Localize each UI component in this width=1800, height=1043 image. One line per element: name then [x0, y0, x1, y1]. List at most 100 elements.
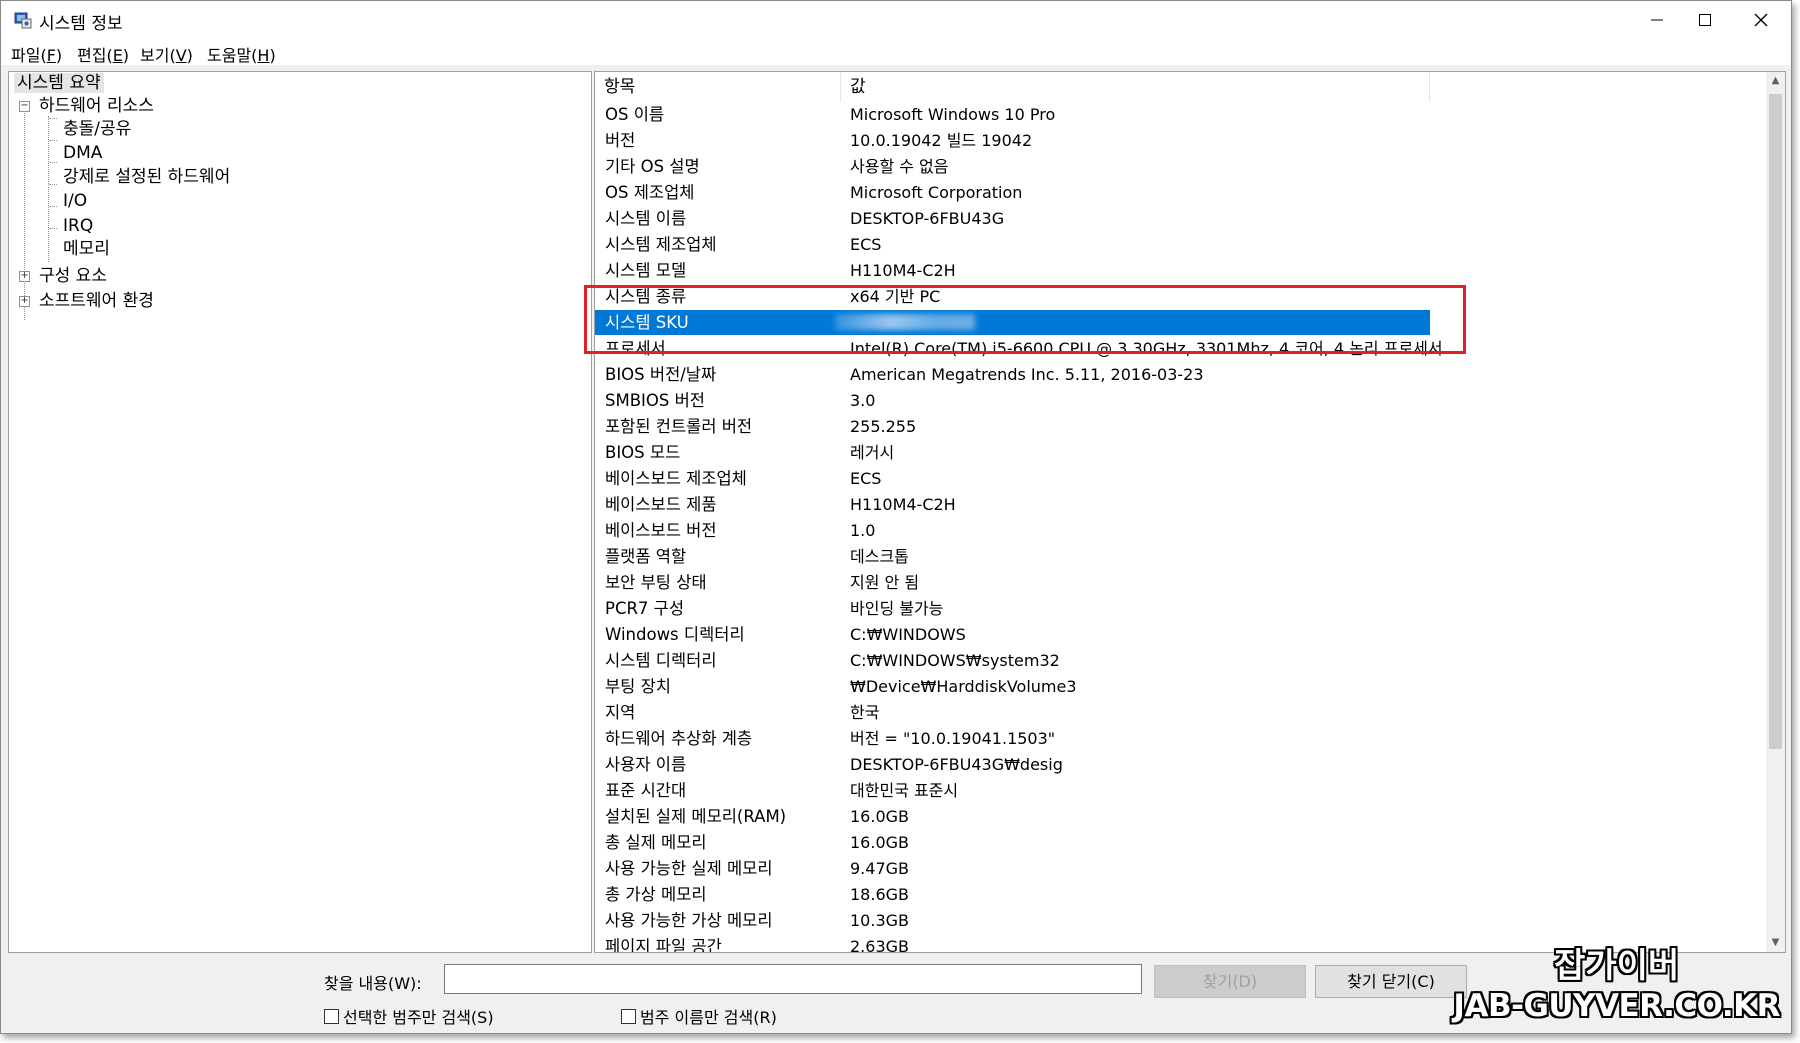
row-item-label: 기타 OS 설명	[605, 157, 700, 176]
row-value: C:₩WINDOWS₩system32	[850, 651, 1060, 670]
tree-item-label: DMA	[63, 143, 103, 163]
table-row[interactable]: 지역 한국	[595, 700, 1430, 725]
table-row[interactable]: 하드웨어 추상화 계층 버전 = "10.0.19041.1503"	[595, 726, 1430, 751]
tree-item-label: 강제로 설정된 하드웨어	[63, 167, 231, 187]
row-value: 버전 = "10.0.19041.1503"	[850, 729, 1056, 748]
tree-item-dma[interactable]: DMA	[63, 142, 102, 164]
table-row[interactable]: 버전 10.0.19042 빌드 19042	[595, 128, 1430, 153]
scroll-up-icon[interactable]: ▲	[1766, 72, 1785, 90]
find-input[interactable]	[444, 964, 1142, 994]
row-value: Microsoft Windows 10 Pro	[850, 105, 1056, 124]
table-row[interactable]: 시스템 제조업체 ECS	[595, 232, 1430, 257]
column-header-value[interactable]: 값	[841, 72, 1430, 102]
row-item-label: 총 가상 메모리	[605, 885, 707, 904]
scroll-thumb[interactable]	[1769, 94, 1782, 749]
row-value: 대한민국 표준시	[850, 781, 959, 800]
table-row[interactable]: 사용자 이름 DESKTOP-6FBU43G₩desig	[595, 752, 1430, 777]
table-row[interactable]: BIOS 모드 레거시	[595, 440, 1430, 465]
table-row[interactable]: 베이스보드 제조업체 ECS	[595, 466, 1430, 491]
table-row[interactable]: 베이스보드 제품 H110M4-C2H	[595, 492, 1430, 517]
tree-item-forced-hardware[interactable]: 강제로 설정된 하드웨어	[63, 166, 230, 188]
table-row[interactable]: 부팅 장치 ₩Device₩HarddiskVolume3	[595, 674, 1430, 699]
row-item-label: BIOS 버전/날짜	[605, 365, 717, 384]
system-info-window: 시스템 정보 파일(F) 편집(E) 보기(V) 도움말(H) 시스템 요약 −…	[0, 0, 1792, 1034]
row-value: DESKTOP-6FBU43G	[850, 209, 1005, 228]
tree-item-conflicts[interactable]: 충돌/공유	[63, 118, 131, 140]
table-row[interactable]: 포함된 컨트롤러 버전 255.255	[595, 414, 1430, 439]
vertical-scrollbar[interactable]: ▲ ▼	[1766, 72, 1785, 952]
table-row[interactable]: Windows 디렉터리 C:₩WINDOWS	[595, 622, 1430, 647]
menu-view[interactable]: 보기(V)	[140, 42, 193, 66]
row-item-label: 베이스보드 버전	[605, 521, 717, 540]
window-title: 시스템 정보	[39, 14, 123, 34]
table-row[interactable]: SMBIOS 버전 3.0	[595, 388, 1430, 413]
tree-item-components[interactable]: 구성 요소	[39, 265, 107, 287]
row-value: 데스크톱	[850, 547, 909, 566]
search-category-names-checkbox[interactable]: 범주 이름만 검색(R)	[621, 1004, 777, 1028]
row-value: American Megatrends Inc. 5.11, 2016-03-2…	[850, 365, 1204, 384]
table-row[interactable]: 시스템 모델 H110M4-C2H	[595, 258, 1430, 283]
close-button[interactable]	[1733, 1, 1789, 39]
category-tree[interactable]: 시스템 요약 − 하드웨어 리소스 충돌/공유 DMA 강제로 설정된 하드웨어…	[8, 71, 592, 953]
row-item-label: 부팅 장치	[605, 677, 671, 696]
table-row[interactable]: 표준 시간대 대한민국 표준시	[595, 778, 1430, 803]
title-bar: 시스템 정보	[1, 1, 1791, 39]
table-row[interactable]: OS 제조업체 Microsoft Corporation	[595, 180, 1430, 205]
details-list[interactable]: 항목 값 OS 이름 Microsoft Windows 10 Pro 버전 10.0…	[594, 71, 1786, 953]
expand-icon[interactable]: +	[19, 296, 30, 307]
checkbox-label: 범주 이름만 검색(R)	[640, 1008, 777, 1027]
tree-item-system-summary[interactable]: 시스템 요약	[14, 72, 104, 94]
row-value: H110M4-C2H	[850, 261, 956, 280]
tree-item-label: 구성 요소	[39, 266, 107, 286]
table-row[interactable]: 시스템 디렉터리 C:₩WINDOWS₩system32	[595, 648, 1430, 673]
table-row[interactable]: 베이스보드 버전 1.0	[595, 518, 1430, 543]
tree-guide	[49, 184, 57, 185]
table-row[interactable]: 기타 OS 설명 사용할 수 없음	[595, 154, 1430, 179]
minimize-icon	[1651, 19, 1663, 21]
row-item-label: 설치된 실제 메모리(RAM)	[605, 807, 787, 826]
find-button[interactable]: 찾기(D)	[1154, 965, 1306, 998]
tree-item-irq[interactable]: IRQ	[63, 215, 93, 237]
row-item-label: 버전	[605, 131, 636, 150]
tree-item-io[interactable]: I/O	[63, 190, 87, 212]
tree-item-memory[interactable]: 메모리	[63, 238, 110, 260]
table-row[interactable]: OS 이름 Microsoft Windows 10 Pro	[595, 102, 1430, 127]
table-row[interactable]: 시스템 이름 DESKTOP-6FBU43G	[595, 206, 1430, 231]
table-row[interactable]: 총 가상 메모리 18.6GB	[595, 882, 1430, 907]
row-item-label: PCR7 구성	[605, 599, 685, 618]
tree-item-label: 메모리	[63, 239, 110, 259]
menu-edit[interactable]: 편집(E)	[77, 42, 129, 66]
row-value: ECS	[850, 235, 882, 254]
row-value: 3.0	[850, 391, 876, 410]
table-row[interactable]: 페이지 파일 공간 2.63GB	[595, 934, 1430, 952]
table-row[interactable]: 사용 가능한 실제 메모리 9.47GB	[595, 856, 1430, 881]
tree-item-hardware-resources[interactable]: 하드웨어 리소스	[39, 95, 154, 117]
expand-icon[interactable]: +	[19, 271, 30, 282]
table-row[interactable]: 총 실제 메모리 16.0GB	[595, 830, 1430, 855]
column-header-item[interactable]: 항목	[595, 72, 841, 102]
row-value: 레거시	[850, 443, 895, 462]
watermark: 잡가이버 JAB-GUYVER.CO.KR	[1453, 945, 1780, 1025]
search-selected-category-checkbox[interactable]: 선택한 범주만 검색(S)	[324, 1004, 494, 1028]
tree-item-software-environment[interactable]: 소프트웨어 환경	[39, 290, 154, 312]
table-row[interactable]: PCR7 구성 바인딩 불가능	[595, 596, 1430, 621]
table-row[interactable]: 플랫폼 역할 데스크톱	[595, 544, 1430, 569]
row-value: 1.0	[850, 521, 876, 540]
row-item-label: 지역	[605, 703, 636, 722]
row-value: C:₩WINDOWS	[850, 625, 966, 644]
table-row[interactable]: 보안 부팅 상태 지원 안 됨	[595, 570, 1430, 595]
menu-file[interactable]: 파일(F)	[11, 42, 62, 66]
maximize-button[interactable]	[1677, 1, 1733, 39]
table-row[interactable]: 설치된 실제 메모리(RAM) 16.0GB	[595, 804, 1430, 829]
collapse-icon[interactable]: −	[19, 101, 30, 112]
tree-guide	[49, 118, 57, 119]
table-row[interactable]: BIOS 버전/날짜 American Megatrends Inc. 5.11,…	[595, 362, 1430, 387]
row-item-label: 플랫폼 역할	[605, 547, 687, 566]
menu-help[interactable]: 도움말(H)	[207, 42, 276, 66]
table-row[interactable]: 사용 가능한 가상 메모리 10.3GB	[595, 908, 1430, 933]
watermark-url: JAB-GUYVER.CO.KR	[1453, 988, 1780, 1024]
row-value: 바인딩 불가능	[850, 599, 944, 618]
row-item-label: 보안 부팅 상태	[605, 573, 707, 592]
close-find-button[interactable]: 찾기 닫기(C)	[1315, 965, 1467, 998]
menu-bar: 파일(F) 편집(E) 보기(V) 도움말(H)	[1, 39, 1791, 65]
